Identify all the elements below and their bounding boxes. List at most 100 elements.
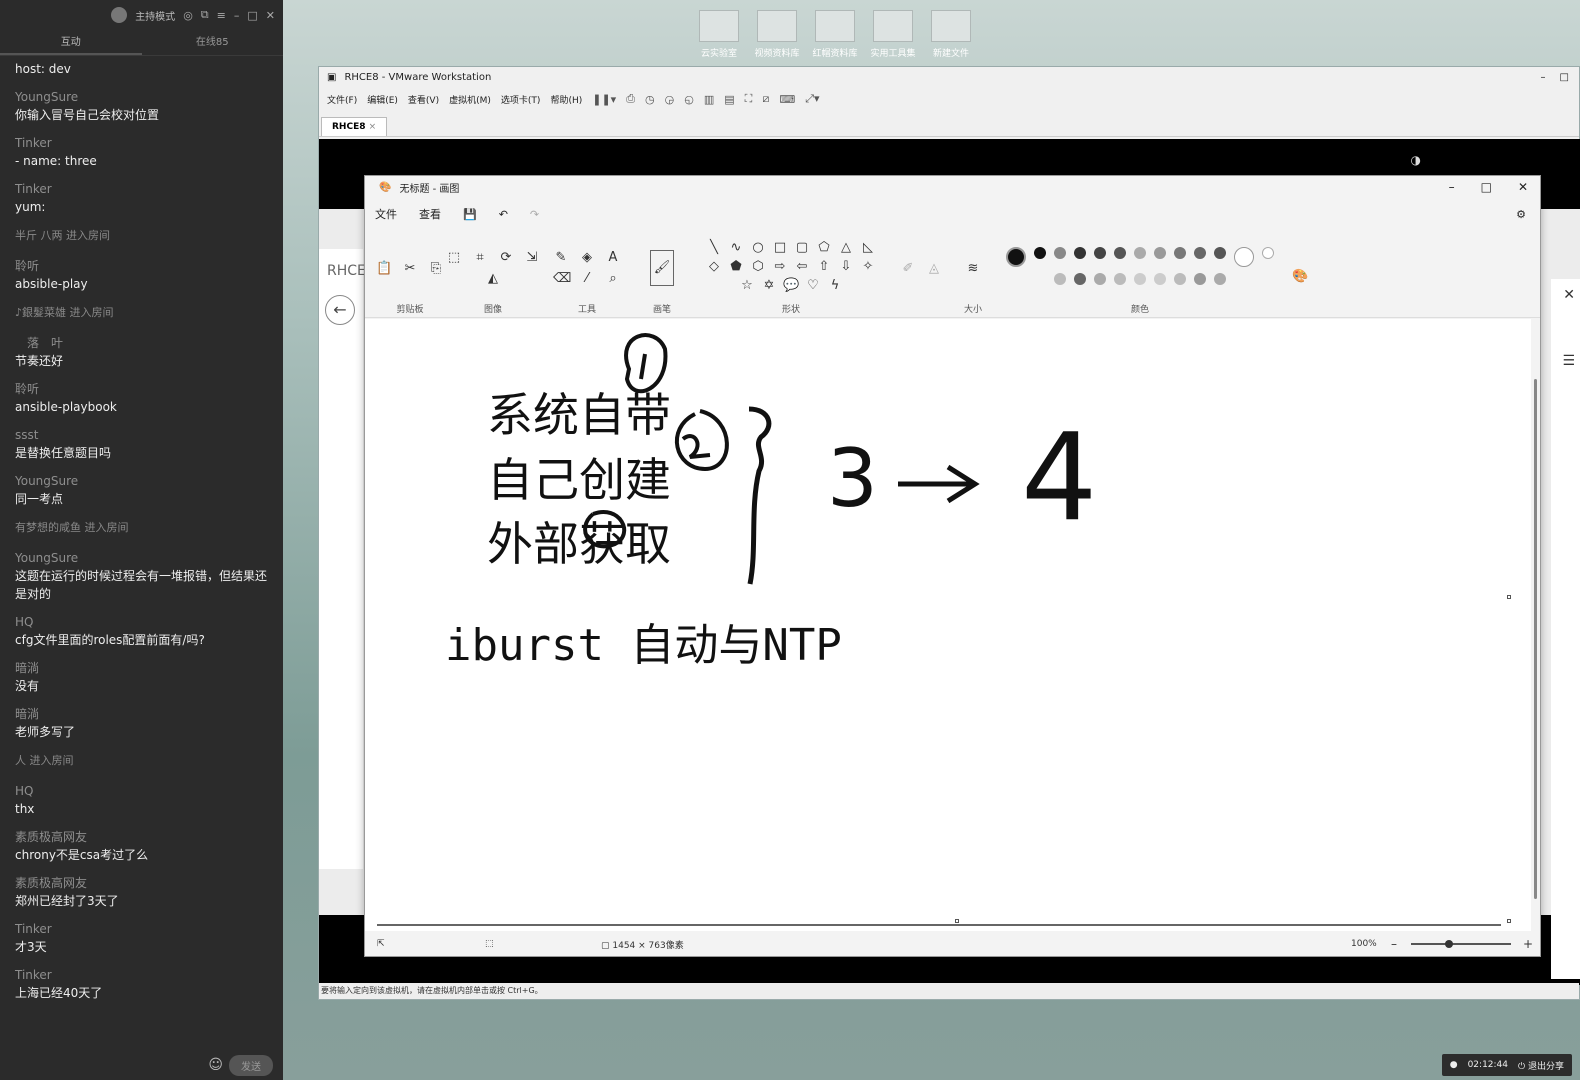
maximize-icon[interactable]: □ bbox=[1560, 72, 1569, 83]
desktop-icon[interactable]: 红帽资料库 bbox=[811, 10, 859, 59]
save-icon[interactable]: 💾 bbox=[463, 208, 477, 221]
desktop-icon[interactable]: 实用工具集 bbox=[869, 10, 917, 59]
callout-icon[interactable]: 💬 bbox=[783, 278, 799, 293]
resize-handle[interactable] bbox=[1507, 919, 1511, 923]
settings-icon[interactable]: ◎ bbox=[183, 9, 193, 22]
color-swatch[interactable] bbox=[1114, 273, 1126, 285]
manage-snapshots-icon[interactable]: ◵ bbox=[684, 93, 694, 106]
thumbnail-icon[interactable]: ▤ bbox=[724, 93, 734, 106]
color-swatch[interactable] bbox=[1054, 247, 1066, 259]
color-picker-icon[interactable]: ⁄ bbox=[579, 271, 595, 286]
star6-icon[interactable]: ✡ bbox=[761, 278, 777, 293]
close-icon[interactable]: ✕ bbox=[266, 9, 275, 22]
color-swatch[interactable] bbox=[1074, 273, 1086, 285]
arrow-down-icon[interactable]: ⇩ bbox=[838, 259, 854, 274]
hexagon-icon[interactable]: ⬡ bbox=[750, 259, 766, 274]
desktop-icon[interactable]: 新建文件 bbox=[927, 10, 975, 59]
close-icon[interactable]: ✕ bbox=[1518, 180, 1528, 194]
resize-icon[interactable]: ⇲ bbox=[524, 250, 540, 265]
menu-help[interactable]: 帮助(H) bbox=[550, 93, 582, 106]
color-swatch[interactable] bbox=[1134, 273, 1146, 285]
menu-icon[interactable]: ≡ bbox=[217, 9, 226, 22]
brush-icon[interactable]: 🖌 bbox=[650, 250, 674, 286]
menu-edit[interactable]: 编辑(E) bbox=[367, 93, 398, 106]
back-arrow-icon[interactable]: ← bbox=[325, 295, 355, 325]
undo-icon[interactable]: ↶ bbox=[499, 208, 508, 221]
tab-interaction[interactable]: 互动 bbox=[0, 30, 142, 55]
lightning-icon[interactable]: ϟ bbox=[827, 278, 843, 293]
select-icon[interactable]: ⬚ bbox=[446, 250, 462, 265]
desktop-icon[interactable]: 视频资料库 bbox=[753, 10, 801, 59]
triangle-icon[interactable]: △ bbox=[838, 240, 854, 255]
pencil-icon[interactable]: ✎ bbox=[553, 250, 569, 265]
fill-shape-icon[interactable]: ◬ bbox=[926, 261, 942, 276]
line-shape-icon[interactable]: ╲ bbox=[706, 240, 722, 255]
color-swatch[interactable] bbox=[1174, 247, 1186, 259]
resize-handle[interactable] bbox=[1507, 595, 1511, 599]
vertical-scrollbar[interactable] bbox=[1532, 319, 1538, 931]
unity-icon[interactable]: ⧄ bbox=[762, 92, 769, 106]
polygon-icon[interactable]: ⬠ bbox=[816, 240, 832, 255]
color-swatch[interactable] bbox=[1214, 273, 1226, 285]
arrow-up-icon[interactable]: ⇧ bbox=[816, 259, 832, 274]
menu-file[interactable]: 文件 bbox=[375, 206, 397, 222]
color-swatch[interactable] bbox=[1214, 247, 1226, 259]
copy-icon[interactable]: ⎘ bbox=[428, 261, 444, 276]
color-swatch[interactable] bbox=[1034, 247, 1046, 259]
menu-view[interactable]: 查看 bbox=[419, 206, 441, 222]
paint-canvas[interactable]: 系统自带 自己创建 外部获取 3 4 iburst 自动与NTP bbox=[365, 319, 1531, 931]
size-icon[interactable]: ≋ bbox=[965, 261, 981, 276]
color-swatch[interactable] bbox=[1154, 247, 1166, 259]
color-swatch[interactable] bbox=[1054, 273, 1066, 285]
send-button[interactable]: 发送 bbox=[229, 1054, 273, 1076]
tab-rhce8[interactable]: RHCE8 × bbox=[321, 117, 388, 136]
arrow-right-icon[interactable]: ⇨ bbox=[772, 259, 788, 274]
chat-message-list[interactable]: host: dev YoungSure 你输入冒号自己会校对位置 Tinker - na… bbox=[0, 60, 283, 1050]
scroll-thumb[interactable] bbox=[1534, 379, 1537, 899]
zoom-out-button[interactable]: – bbox=[1391, 937, 1397, 951]
snapshot-icon[interactable]: ◷ bbox=[645, 93, 655, 106]
menu-view[interactable]: 查看(V) bbox=[408, 93, 439, 106]
paste-icon[interactable]: 📋 bbox=[376, 261, 392, 276]
color2-swatch[interactable] bbox=[1234, 247, 1254, 267]
heart-icon[interactable]: ♡ bbox=[805, 278, 821, 293]
cut-icon[interactable]: ✂ bbox=[402, 261, 418, 276]
pentagon-icon[interactable]: ⬟ bbox=[728, 259, 744, 274]
send-keys-icon[interactable]: ⎙ bbox=[626, 92, 635, 106]
resize-handle[interactable] bbox=[955, 919, 959, 923]
color-swatch[interactable] bbox=[1134, 247, 1146, 259]
color-swatch[interactable] bbox=[1194, 247, 1206, 259]
color-swatch[interactable] bbox=[1194, 273, 1206, 285]
menu-vm[interactable]: 虚拟机(M) bbox=[449, 93, 491, 106]
color-swatch[interactable] bbox=[1174, 273, 1186, 285]
menu-tabs[interactable]: 选项卡(T) bbox=[501, 93, 541, 106]
star4-icon[interactable]: ✧ bbox=[860, 259, 876, 274]
flip-icon[interactable]: ◭ bbox=[485, 271, 501, 286]
text-icon[interactable]: A bbox=[605, 250, 621, 265]
minimize-icon[interactable]: – bbox=[234, 9, 240, 22]
eraser-icon[interactable]: ⌫ bbox=[553, 271, 571, 286]
star5-icon[interactable]: ☆ bbox=[739, 278, 755, 293]
magnifier-icon[interactable]: ⌕ bbox=[605, 271, 621, 286]
color-swatch[interactable] bbox=[1154, 273, 1166, 285]
right-triangle-icon[interactable]: ◺ bbox=[860, 240, 876, 255]
maximize-icon[interactable]: □ bbox=[1481, 180, 1492, 194]
rect-shape-icon[interactable]: □ bbox=[772, 240, 788, 255]
outline-icon[interactable]: ✐ bbox=[900, 261, 916, 276]
redo-icon[interactable]: ↷ bbox=[530, 208, 539, 221]
menu-icon[interactable]: ☰ bbox=[1562, 353, 1575, 369]
rounded-rect-icon[interactable]: ▢ bbox=[794, 240, 810, 255]
close-icon[interactable]: ✕ bbox=[1563, 287, 1575, 303]
exit-share-button[interactable]: ⏻ 退出分享 bbox=[1518, 1059, 1564, 1072]
close-tab-icon[interactable]: × bbox=[369, 122, 377, 132]
color-swatch[interactable] bbox=[1094, 273, 1106, 285]
arrow-left-icon[interactable]: ⇦ bbox=[794, 259, 810, 274]
zoom-slider-knob[interactable] bbox=[1445, 940, 1453, 948]
tab-online[interactable]: 在线85 bbox=[142, 30, 284, 55]
rotate-icon[interactable]: ⟳ bbox=[498, 250, 514, 265]
edit-colors-icon[interactable]: 🎨 bbox=[1292, 269, 1308, 284]
desktop-icon[interactable]: 云实验室 bbox=[695, 10, 743, 59]
menu-file[interactable]: 文件(F) bbox=[327, 93, 357, 106]
revert-snapshot-icon[interactable]: ◶ bbox=[665, 93, 675, 106]
settings-icon[interactable]: ⚙ bbox=[1516, 208, 1526, 221]
